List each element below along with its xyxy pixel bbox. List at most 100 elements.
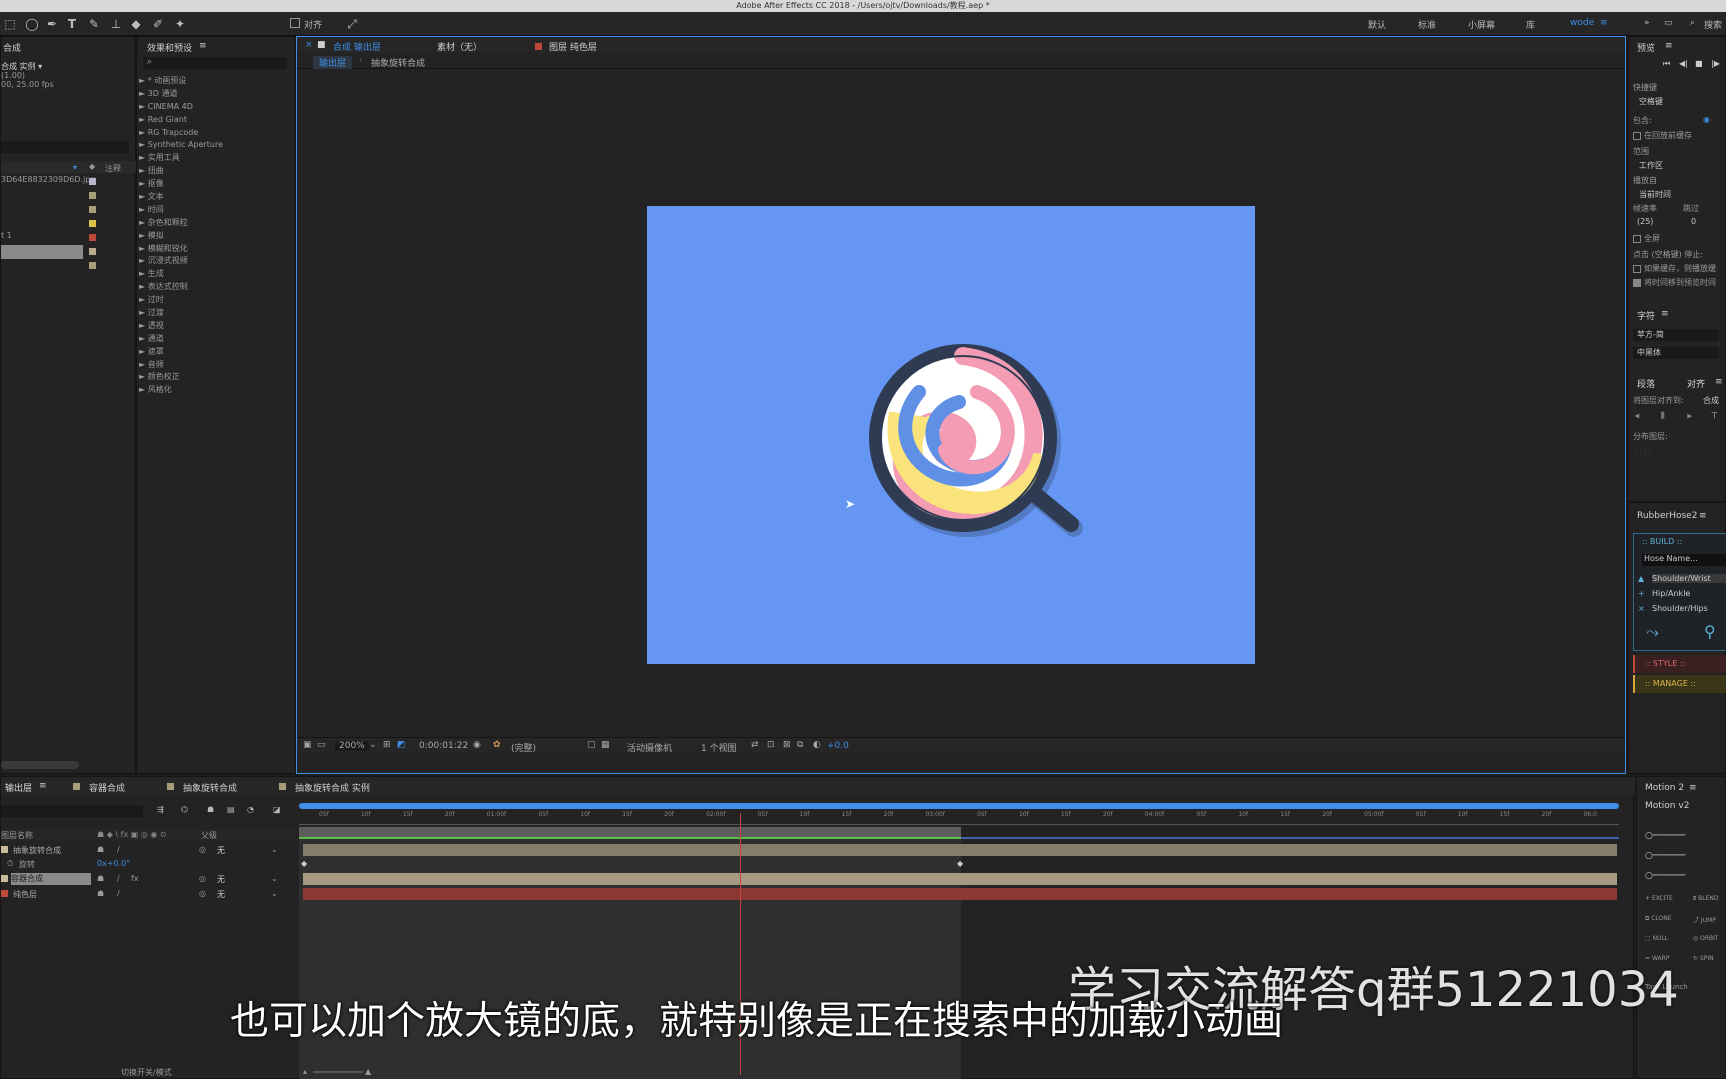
layer-label-swatch[interactable] [1,846,8,853]
layer-name[interactable]: 抽象旋转合成 [13,845,61,856]
comp-mini-flowchart-icon[interactable]: ⇶ [157,805,164,814]
layer-bar-container[interactable] [303,873,1617,885]
align-left-icon[interactable]: ⫷ [1635,411,1640,421]
null-button[interactable]: ⬚ NULL [1645,935,1668,942]
cache-checkbox[interactable]: 在回放前缓存 [1633,130,1692,141]
effects-item[interactable]: ► 遮罩 [139,346,279,359]
first-frame-icon[interactable]: ⏮ [1663,59,1670,69]
frame-blending-icon[interactable]: ▤ [227,805,235,814]
effects-item[interactable]: ► 过渡 [139,307,279,320]
close-icon[interactable]: × [305,40,313,50]
breadcrumb-output[interactable]: 输出层 [313,56,353,69]
effects-item[interactable]: ► 表达式控制 [139,281,279,294]
flowchart-icon[interactable]: ⧉ [797,740,803,750]
shy-icon[interactable]: ☗ [97,889,104,898]
parent-dropdown[interactable]: 无 [217,845,225,856]
manage-section[interactable]: :: MANAGE :: [1633,675,1726,693]
effects-item[interactable]: ► 透视 [139,320,279,333]
timecode-display[interactable]: 0:00:01:22 [419,741,468,751]
project-item[interactable] [1,217,137,231]
rotation-value[interactable]: 0x+0.0° [97,859,130,868]
panel-menu-icon[interactable]: ≡ [1689,783,1697,793]
effects-item[interactable]: ► 通道 [139,333,279,346]
create-hose-icon[interactable]: ⤳ [1646,622,1659,642]
mask-icon[interactable]: ◩ [397,740,406,750]
effects-item[interactable]: ► 沉浸式视频 [139,255,279,268]
up-arrow-icon[interactable]: ▲ [1638,574,1644,583]
workspace-library[interactable]: 库 [1526,18,1535,31]
zoom-out-icon[interactable]: ▴ [303,1067,307,1076]
shy-icon[interactable]: ☗ [97,845,104,854]
timeline-tab-abstract-instance[interactable]: 抽象旋转合成 实例 [295,781,370,794]
tab-footage[interactable]: 素材（无） [437,40,482,53]
play-from-dropdown[interactable]: 当前时间 [1639,189,1671,200]
label-swatch[interactable] [89,234,96,241]
effects-item[interactable]: ► 实用工具 [139,152,279,165]
slider-knob-3[interactable]: ○────── [1645,871,1685,881]
project-item[interactable]: t 1 [1,231,137,245]
property-row[interactable]: ⏱ 旋转 0x+0.0° [1,857,297,871]
layer-label-swatch[interactable] [1,875,8,882]
timeline-tab-abstract[interactable]: 抽象旋转合成 [183,781,237,794]
slider-knob-2[interactable]: ○────── [1645,851,1685,861]
range-dropdown[interactable]: 工作区 [1639,160,1663,171]
fast-preview-icon[interactable]: ⊡ [767,740,775,750]
tab-layer[interactable]: 图层 纯色层 [549,40,597,53]
layer-row-selected[interactable]: 容器合成 ☗ / fx ◎ 无 ⌄ [1,872,297,886]
monitor-icon[interactable]: ▭ [317,740,326,750]
exposure-value[interactable]: +0.0 [827,741,849,751]
color-channel-icon[interactable]: ✿ [493,740,501,750]
parent-pickwhip-icon[interactable]: ◎ [199,889,206,898]
orbit-button[interactable]: ◎ ORBIT [1693,935,1719,942]
work-area-bar[interactable] [299,803,1619,809]
layer-label-swatch[interactable] [1,890,8,897]
views-dropdown[interactable]: 1 个视图 [701,741,737,754]
parent-dropdown[interactable]: 无 [217,874,225,885]
panel-menu-icon[interactable]: ≡ [1665,41,1673,51]
layer-bar-abstract[interactable] [303,844,1617,856]
tab-composition[interactable]: 合成 输出层 [333,40,381,53]
timeline-icon[interactable]: ⊠ [783,740,791,750]
stopwatch-icon[interactable]: ⏱ [7,859,13,869]
graph-editor-icon[interactable]: ◪ [273,805,281,814]
draft-3d-icon[interactable]: ⌬ [181,805,188,814]
jump-button[interactable]: ⤴ JUMP [1693,915,1716,924]
eye-icon[interactable]: ◉ [1703,115,1710,124]
parent-pickwhip-icon[interactable]: ◎ [199,845,206,854]
effects-item[interactable]: ► 风格化 [139,384,279,397]
timeline-search-input[interactable] [1,805,143,817]
snap-icon[interactable]: ⤢ [344,16,360,32]
parent-dropdown[interactable]: 无 [217,889,225,900]
chevron-down-icon[interactable]: ⌄ [369,740,377,750]
hose-name-input[interactable]: Hose Name... [1642,554,1726,566]
hose-preset-hip-ankle[interactable]: Hip/Ankle [1652,589,1690,598]
layer-name-header[interactable]: 图层名称 [1,830,33,841]
effects-item[interactable]: ► 扭曲 [139,165,279,178]
region-icon[interactable]: ▢ [587,740,596,750]
project-item-selected[interactable] [1,245,96,259]
quality-icon[interactable]: / [117,845,120,854]
fx-icon[interactable]: fx [131,874,139,883]
panel-menu-icon[interactable]: ≡ [39,781,47,791]
label-swatch[interactable] [89,262,96,269]
chevron-down-icon[interactable]: ⌄ [271,889,278,898]
chevron-down-icon[interactable]: ⌄ [271,874,278,883]
puppet-pin-icon[interactable]: ✦ [172,16,188,32]
skip-dropdown[interactable]: 0 [1691,217,1696,226]
parent-header[interactable]: 父级 [201,830,217,841]
roto-brush-icon[interactable]: ✐ [150,16,166,32]
zoom-slider[interactable] [313,1071,363,1073]
stop-icon[interactable]: ■ [1695,59,1703,68]
align-checkbox[interactable] [290,18,300,28]
keyframe-icon[interactable]: ◆ [301,859,307,868]
zoom-in-icon[interactable]: ▲ [365,1067,371,1076]
effects-item[interactable]: ► 时间 [139,204,279,217]
brush-tool-icon[interactable]: ✎ [86,16,102,32]
clone-button[interactable]: ⧉ CLONE [1645,915,1672,923]
toggle-switches-modes[interactable]: 切换开关/模式 [121,1067,172,1078]
effects-item[interactable]: ► 音频 [139,359,279,372]
effects-item[interactable]: ► 模拟 [139,230,279,243]
expand-icon[interactable]: » [1644,18,1650,28]
effects-item[interactable]: ► 颜色校正 [139,371,279,384]
camera-snapshot-icon[interactable]: ◉ [473,740,481,750]
